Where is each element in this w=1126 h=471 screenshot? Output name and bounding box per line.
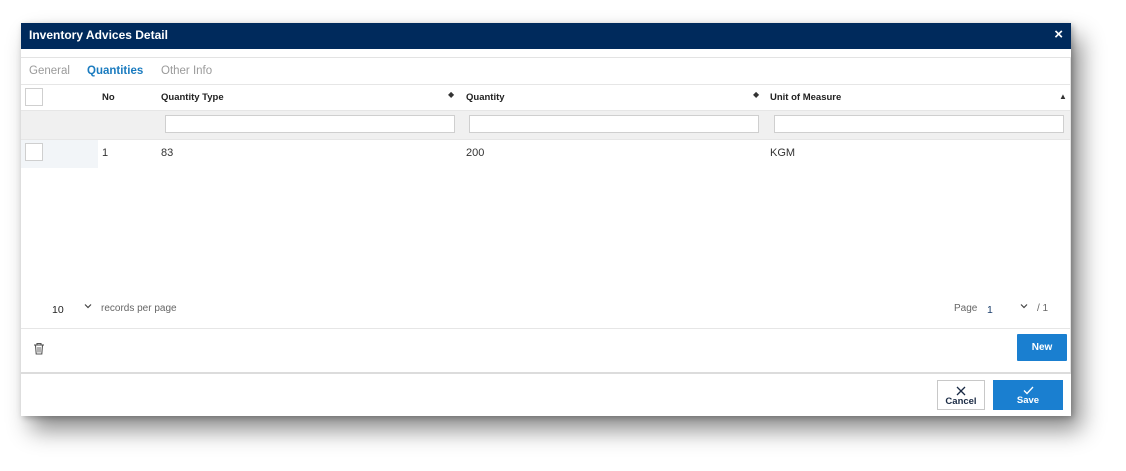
column-header-no[interactable]: No xyxy=(102,92,115,103)
column-header-quantity-type[interactable]: Quantity Type xyxy=(161,92,224,103)
chevron-down-icon[interactable] xyxy=(84,302,92,313)
close-icon xyxy=(956,386,966,395)
quantities-panel: General Quantities Other Info No Quantit… xyxy=(21,57,1071,372)
page-number-value[interactable]: 1 xyxy=(987,304,993,316)
records-per-page-label: records per page xyxy=(101,303,177,314)
table-row[interactable]: 1 83 200 KGM xyxy=(21,140,1070,168)
tab-bar: General Quantities Other Info xyxy=(21,58,1070,85)
dialog-footer: Cancel Save xyxy=(21,372,1071,416)
tab-general[interactable]: General xyxy=(29,65,70,77)
column-header-quantity[interactable]: Quantity xyxy=(466,92,505,103)
pager: 10 records per page Page 1 / 1 xyxy=(21,301,1070,323)
sort-asc-icon[interactable]: ▲ xyxy=(1059,92,1067,101)
unit-of-measure-filter-input[interactable] xyxy=(774,115,1064,133)
page-total: / 1 xyxy=(1037,303,1049,314)
page-label: Page xyxy=(954,303,978,314)
sort-icon[interactable]: ◆ xyxy=(753,90,759,99)
cancel-button[interactable]: Cancel xyxy=(937,380,985,410)
checkmark-icon xyxy=(1023,386,1033,395)
cancel-label: Cancel xyxy=(945,395,977,407)
filter-row xyxy=(21,111,1070,140)
records-per-page-value[interactable]: 10 xyxy=(52,304,64,316)
column-header-unit-of-measure[interactable]: Unit of Measure xyxy=(770,92,841,103)
grid-toolbar: New xyxy=(21,328,1070,373)
chevron-down-icon[interactable] xyxy=(1020,302,1028,313)
tab-other-info[interactable]: Other Info xyxy=(161,65,212,77)
dialog-title: Inventory Advices Detail xyxy=(29,28,168,42)
cell-no: 1 xyxy=(102,147,109,159)
row-checkbox[interactable] xyxy=(25,143,43,161)
inventory-advices-dialog: Inventory Advices Detail × General Quant… xyxy=(21,23,1071,416)
tab-quantities[interactable]: Quantities xyxy=(87,65,143,77)
quantity-filter-input[interactable] xyxy=(469,115,759,133)
select-all-checkbox[interactable] xyxy=(25,88,43,106)
cell-quantity-type: 83 xyxy=(161,147,174,159)
save-button[interactable]: Save xyxy=(993,380,1063,410)
save-label: Save xyxy=(1016,395,1040,406)
grid-header: No Quantity Type ◆ Quantity ◆ Unit of Me… xyxy=(21,84,1070,111)
cell-unit-of-measure: KGM xyxy=(770,147,796,159)
sort-icon[interactable]: ◆ xyxy=(448,90,454,99)
new-button[interactable]: New xyxy=(1017,334,1067,361)
dialog-titlebar: Inventory Advices Detail × xyxy=(21,23,1071,49)
close-icon[interactable]: × xyxy=(1054,26,1063,44)
quantity-type-filter-input[interactable] xyxy=(165,115,455,133)
trash-icon[interactable] xyxy=(33,342,45,360)
cell-quantity: 200 xyxy=(466,147,485,159)
